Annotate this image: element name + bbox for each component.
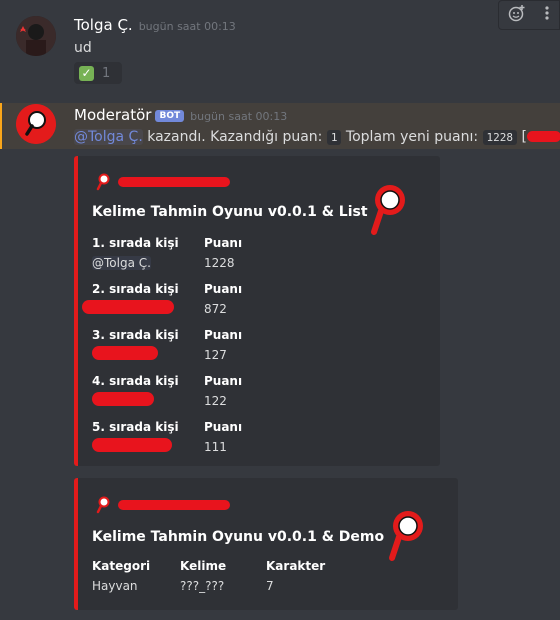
rank-label: 4. sırada kişi — [92, 374, 179, 388]
magnifier-icon — [96, 496, 110, 514]
points-label: Puanı — [204, 374, 243, 388]
points-value: 111 — [204, 440, 227, 454]
reaction-count: 1 — [102, 65, 111, 81]
redacted-user — [92, 392, 154, 406]
points-value: 127 — [204, 348, 227, 362]
points-label: Puanı — [204, 328, 243, 342]
magnifier-icon — [389, 511, 423, 561]
points-value: 122 — [204, 394, 227, 408]
magnifier-icon — [96, 173, 110, 191]
add-reaction-icon[interactable] — [508, 4, 526, 26]
bot-avatar[interactable] — [16, 104, 56, 144]
user-mention[interactable]: @Tolga Ç. — [74, 129, 143, 145]
embed-author — [96, 173, 230, 191]
points-value: 1228 — [204, 256, 235, 270]
points-label: Puanı — [204, 236, 243, 250]
embed-title[interactable]: Kelime Tahmin Oyunu v0.0.1 & List — [92, 204, 368, 220]
rank-label: 2. sırada kişi — [92, 282, 179, 296]
points-label: Puanı — [204, 282, 243, 296]
points-code: 1 — [326, 130, 342, 145]
user-avatar-image — [16, 16, 56, 56]
timestamp: bugün saat 00:13 — [190, 110, 288, 123]
message-text: ud — [74, 40, 92, 56]
field-category-label: Kategori — [92, 559, 151, 573]
bot-tag: BOT — [155, 110, 185, 122]
redacted-user — [92, 438, 172, 452]
message-toolbar — [498, 0, 560, 30]
magnifier-icon — [16, 104, 56, 144]
field-word-value: ???_??? — [180, 579, 225, 593]
redaction-mark — [118, 177, 230, 187]
bot-username-text[interactable]: Moderatör — [74, 106, 151, 124]
redaction-mark — [526, 131, 560, 142]
check-mark-icon: ✓ — [79, 65, 94, 81]
reaction-button[interactable]: ✓ 1 — [74, 62, 122, 84]
embed-game-demo: Kelime Tahmin Oyunu v0.0.1 & Demo Katego… — [74, 478, 458, 610]
username-text[interactable]: Tolga Ç. — [74, 16, 133, 34]
message-text: @Tolga Ç. kazandı. Kazandığı puan: 1 Top… — [74, 129, 560, 145]
username[interactable]: Tolga Ç. bugün saat 00:13 — [74, 16, 236, 34]
bot-username[interactable]: Moderatör BOT bugün saat 00:13 — [74, 106, 287, 124]
embed-author — [96, 496, 230, 514]
redaction-mark — [118, 500, 230, 510]
redacted-user — [92, 346, 158, 360]
total-code: 1228 — [482, 130, 517, 145]
points-value: 872 — [204, 302, 227, 316]
timestamp: bugün saat 00:13 — [138, 20, 236, 33]
more-options-icon[interactable] — [544, 4, 550, 26]
rank-label: 1. sırada kişi — [92, 236, 179, 250]
field-word-label: Kelime — [180, 559, 227, 573]
text-part-2: Toplam yeni puanı: — [341, 129, 483, 145]
user-mention[interactable]: @Tolga Ç. — [92, 256, 151, 270]
rank-label: 5. sırada kişi — [92, 420, 179, 434]
points-label: Puanı — [204, 420, 243, 434]
embed-leaderboard: Kelime Tahmin Oyunu v0.0.1 & List 1. sır… — [74, 156, 440, 466]
field-length-label: Karakter — [266, 559, 326, 573]
field-category-value: Hayvan — [92, 579, 138, 593]
magnifier-icon — [371, 185, 405, 235]
avatar[interactable] — [16, 16, 56, 56]
embed-title[interactable]: Kelime Tahmin Oyunu v0.0.1 & Demo — [92, 529, 384, 545]
field-length-value: 7 — [266, 579, 274, 593]
text-part-1: kazandı. Kazandığı puan: — [142, 129, 327, 145]
rank-label: 3. sırada kişi — [92, 328, 179, 342]
redacted-user — [82, 300, 174, 314]
